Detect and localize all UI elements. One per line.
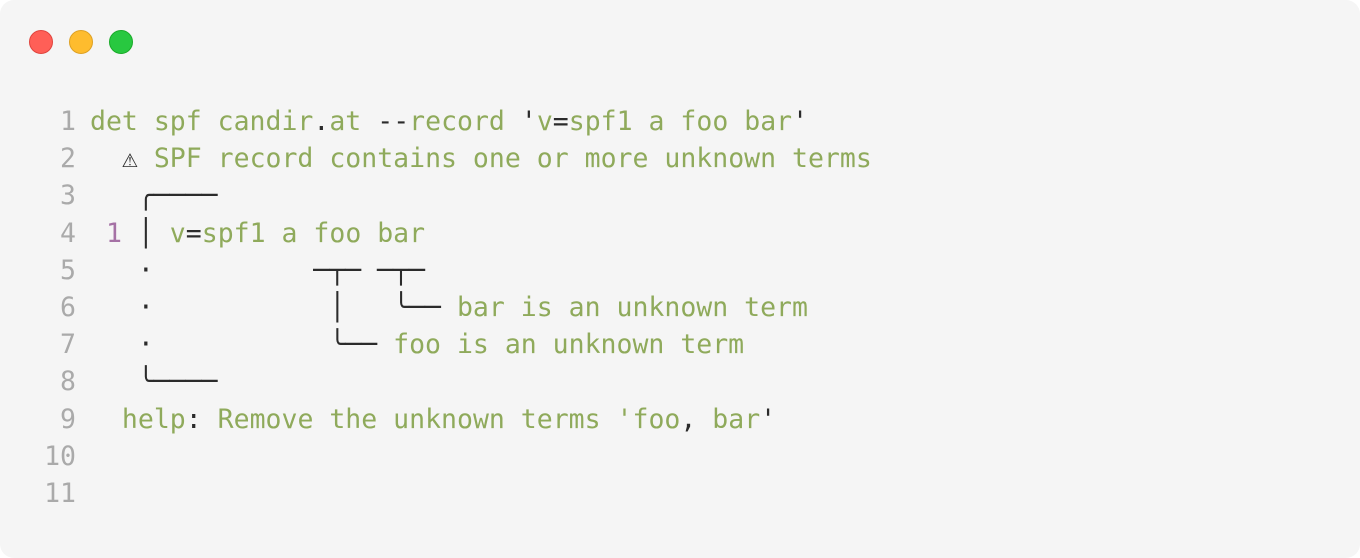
line-number: 5 — [60, 254, 76, 286]
code-segment: · ─┬─ ─┬─ — [90, 254, 426, 286]
code-segment: · │ ╰── — [90, 291, 457, 323]
code-line: 5 · ─┬─ ─┬─ — [30, 252, 872, 289]
code-segment: spf1 a foo bar — [201, 217, 426, 249]
code-segment: │ — [121, 217, 170, 249]
code-segment: ╭──── — [90, 180, 218, 212]
line-number: 7 — [60, 329, 76, 361]
code-segment: help — [121, 403, 186, 435]
code-segment: · ╰── — [90, 329, 394, 361]
code-segment: foo is an unknown term — [393, 329, 745, 361]
maximize-button[interactable] — [109, 30, 133, 54]
code-output: 1 det spf candir.at --record 'v=spf1 a fo… — [30, 103, 872, 512]
close-button[interactable] — [29, 30, 53, 54]
code-segment: ' — [504, 106, 537, 137]
code-line: 2 ⚠ SPF record contains one or more unkn… — [30, 140, 872, 177]
code-segment: : — [185, 403, 218, 435]
code-line: 11 — [30, 475, 872, 512]
line-number: 9 — [60, 403, 76, 435]
code-segment: v — [169, 217, 186, 249]
line-number: 1 — [60, 106, 76, 137]
line-number: 11 — [44, 477, 76, 509]
code-segment: . — [313, 106, 330, 137]
code-line: 8 ╰──── — [30, 363, 872, 400]
code-segment: record — [409, 106, 505, 137]
code-line: 6 · │ ╰── bar is an unknown term — [30, 289, 872, 326]
line-number: 6 — [60, 291, 76, 323]
code-segment: det spf candir — [90, 106, 314, 137]
code-segment: -- — [377, 106, 410, 137]
line-number: 4 — [60, 217, 76, 249]
code-segment: ╰──── — [90, 366, 218, 398]
code-segment: , — [680, 403, 713, 435]
code-line: 9 help: Remove the unknown terms 'foo, b… — [30, 401, 872, 438]
code-segment: SPF record contains one or more unknown … — [137, 143, 872, 175]
code-segment: bar is an unknown term — [456, 291, 808, 323]
code-segment: 1 — [90, 217, 122, 249]
terminal-window: 1 det spf candir.at --record 'v=spf1 a fo… — [0, 0, 1360, 558]
code-segment: = — [185, 217, 202, 249]
code-segment: ' — [792, 106, 809, 137]
line-number: 8 — [60, 366, 76, 398]
code-line: 3 ╭──── — [30, 177, 872, 214]
line-number: 2 — [60, 143, 76, 175]
code-line: 10 — [30, 438, 872, 475]
code-segment: = — [552, 106, 569, 137]
minimize-button[interactable] — [69, 30, 93, 54]
code-segment: foo — [632, 403, 681, 435]
code-line: 4 1 │ v=spf1 a foo bar — [30, 215, 872, 252]
code-segment: bar — [712, 403, 761, 435]
code-segment: v — [536, 106, 553, 137]
line-number: 10 — [44, 440, 76, 472]
code-line: 7 · ╰── foo is an unknown term — [30, 326, 872, 363]
code-segment: ⚠ — [121, 143, 138, 175]
code-line: 1 det spf candir.at --record 'v=spf1 a fo… — [30, 103, 872, 140]
code-segment: spf1 a foo bar — [568, 106, 793, 137]
code-segment: Remove the unknown terms ' — [217, 403, 633, 435]
code-segment: at — [329, 106, 362, 137]
line-number: 3 — [60, 180, 76, 212]
code-segment: ' — [760, 403, 777, 435]
